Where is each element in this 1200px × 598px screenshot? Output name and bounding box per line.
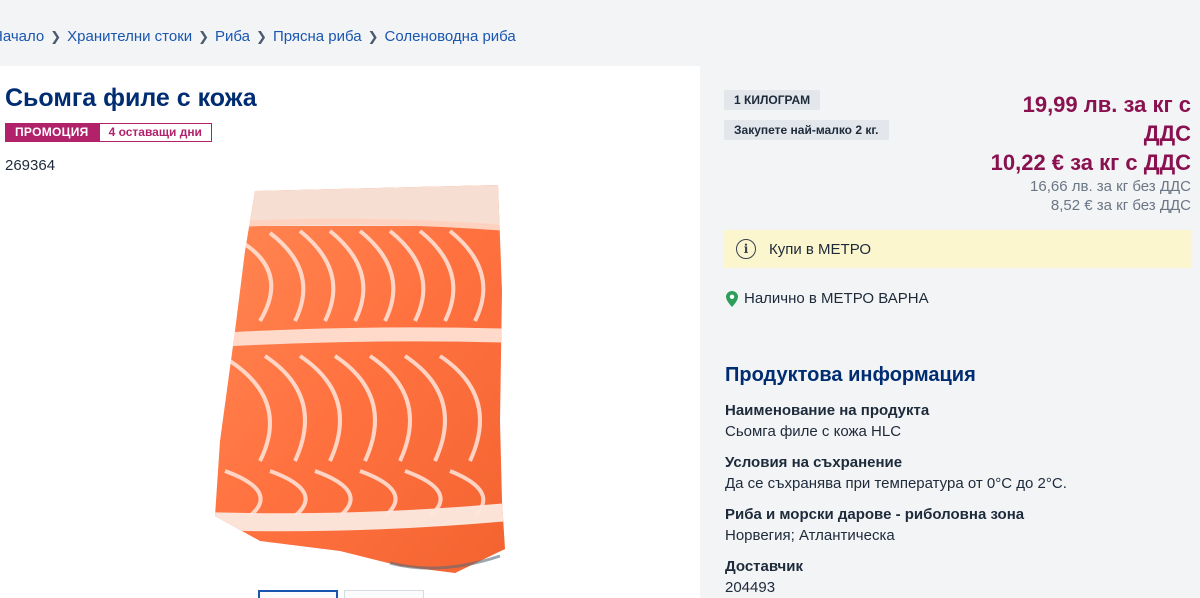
product-image[interactable] (200, 171, 520, 581)
attribute-fishing-zone: Риба и морски дарове - риболовна зона Но… (725, 504, 1024, 546)
breadcrumb-groceries[interactable]: Хранителни стоки (67, 28, 192, 45)
info-icon: i (736, 239, 756, 259)
unit-chip: 1 КИЛОГРАМ (724, 90, 821, 110)
attribute-value: Норвегия; Атлантическа (725, 527, 895, 544)
price-bgn-gross: 19,99 лв. за кг с ДДС (1001, 90, 1191, 148)
breadcrumb-fish[interactable]: Риба (215, 28, 250, 45)
price-bgn-net: 16,66 лв. за кг без ДДС (1030, 178, 1191, 195)
attribute-value: Да се съхранява при температура от 0°C д… (725, 475, 1067, 492)
product-gallery-panel: Сьомга филе с кожа ПРОМОЦИЯ 4 оставащи д… (0, 66, 700, 598)
location-pin-icon (726, 290, 738, 307)
breadcrumb-fresh-fish[interactable]: Прясна риба (273, 28, 362, 45)
product-details-panel: 1 КИЛОГРАМ Закупете най-малко 2 кг. 19,9… (700, 66, 1200, 598)
article-number: 269364 (5, 157, 56, 174)
price-block: 19,99 лв. за кг с ДДС 10,22 € за кг с ДД… (991, 90, 1191, 215)
chevron-right-icon: ❯ (367, 28, 379, 44)
chevron-right-icon: ❯ (198, 28, 210, 44)
price-eur-gross: 10,22 € за кг с ДДС (990, 150, 1191, 175)
product-title: Сьомга филе с кожа (5, 84, 257, 112)
store-availability[interactable]: Налично в МЕТРО ВАРНА (726, 290, 929, 307)
buy-in-store-banner[interactable]: i Купи в МЕТРО (724, 230, 1192, 268)
breadcrumb: Начало ❯ Хранителни стоки ❯ Риба ❯ Прясн… (0, 28, 516, 45)
attribute-label: Риба и морски дарове - риболовна зона (725, 506, 1025, 523)
thumbnail-strip (258, 590, 424, 598)
minimum-quantity-chip: Закупете най-малко 2 кг. (724, 120, 889, 140)
price-bgn-line2: ДДС (1143, 121, 1191, 146)
availability-text: Налично в МЕТРО ВАРНА (744, 290, 929, 307)
attribute-label: Доставчик (725, 558, 803, 575)
buy-in-store-text: Купи в МЕТРО (769, 240, 872, 258)
breadcrumb-home[interactable]: Начало (0, 28, 44, 45)
attribute-supplier: Доставчик 204493 (725, 556, 803, 598)
thumbnail-1[interactable] (258, 590, 338, 598)
days-left-badge: 4 оставащи дни (98, 123, 212, 142)
promo-badges: ПРОМОЦИЯ 4 оставащи дни (5, 123, 212, 142)
price-bgn-line1: 19,99 лв. за кг с (1022, 92, 1191, 117)
product-info-heading: Продуктова информация (725, 364, 976, 386)
chevron-right-icon: ❯ (256, 28, 267, 44)
attribute-value: 204493 (725, 579, 776, 596)
price-eur-net: 8,52 € за кг без ДДС (1050, 197, 1191, 214)
breadcrumb-saltwater-fish[interactable]: Соленоводна риба (385, 28, 516, 45)
attribute-value: Сьомга филе с кожа HLC (725, 423, 902, 440)
attribute-label: Наименование на продукта (725, 402, 930, 419)
salmon-fillet-image (215, 185, 505, 573)
attribute-storage: Условия на съхранение Да се съхранява пр… (725, 452, 1067, 494)
chevron-right-icon: ❯ (50, 28, 62, 44)
attribute-label: Условия на съхранение (725, 454, 903, 471)
attribute-product-name: Наименование на продукта Сьомга филе с к… (725, 400, 929, 442)
thumbnail-2[interactable] (344, 590, 424, 598)
promotion-badge: ПРОМОЦИЯ (5, 123, 99, 142)
